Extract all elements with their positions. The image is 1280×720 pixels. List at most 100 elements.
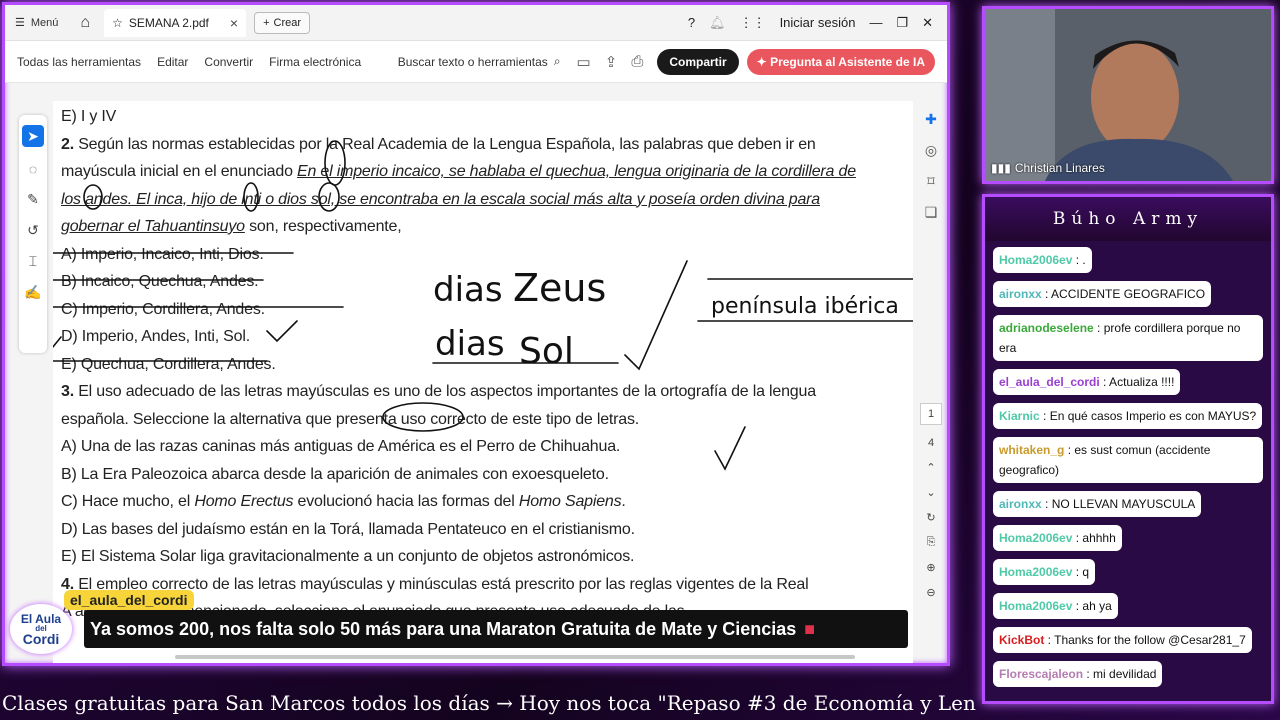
doc-text: El uso adecuado de las letras mayúsculas…: [73, 383, 816, 400]
esign-link[interactable]: Firma electrónica: [269, 55, 361, 69]
chat-username[interactable]: Kiarnic: [999, 409, 1040, 423]
chat-username[interactable]: aironxx: [999, 497, 1042, 511]
chat-username[interactable]: Homa2006ev: [999, 599, 1072, 613]
convert-link[interactable]: Convertir: [204, 55, 253, 69]
chat-text: : q: [1072, 565, 1090, 579]
chat-username[interactable]: whitaken_g: [999, 443, 1064, 457]
chat-username[interactable]: el_aula_del_cordi: [999, 375, 1100, 389]
chat-text: : .: [1072, 253, 1086, 267]
doc-italic-text: los andes. El inca, hijo de inti o dios …: [61, 190, 820, 208]
save-icon[interactable]: ▭: [577, 53, 591, 71]
pages-icon[interactable]: ❏: [925, 204, 938, 221]
question-number: 2.: [61, 135, 74, 153]
chevron-down-icon[interactable]: ⌄: [926, 486, 935, 499]
doc-italic-text: gobernar el Tahuantinsuyo: [61, 218, 245, 235]
search-icon: ⌕: [553, 54, 561, 68]
horizontal-scrollbar[interactable]: [175, 655, 855, 659]
chat-text: : ahhhh: [1072, 531, 1116, 545]
hamburger-icon: ☰: [15, 17, 25, 29]
doc-text: evolucionó hacia las formas del: [293, 493, 519, 510]
apps-icon[interactable]: ⋮⋮: [740, 15, 766, 31]
chat-message: Homa2006ev : ah ya: [993, 593, 1118, 619]
chat-username[interactable]: aironxx: [999, 287, 1042, 301]
chat-text: : Thanks for the follow @Cesar281_7: [1044, 633, 1246, 647]
help-icon[interactable]: ?: [688, 15, 695, 30]
chat-message: Homa2006ev : q: [993, 559, 1096, 585]
star-icon[interactable]: ☆: [112, 16, 123, 30]
chat-username[interactable]: Homa2006ev: [999, 565, 1072, 579]
create-button[interactable]: + Crear: [254, 11, 311, 34]
zoom-out-icon[interactable]: ⊖: [926, 586, 935, 599]
option-b: B) Incaico, Quechua, Andes.: [61, 273, 259, 290]
share-button[interactable]: Compartir: [657, 48, 739, 75]
chat-text: : ACCIDENTE GEOGRAFICO: [1041, 287, 1206, 301]
doc-line: mayúscula inicial en el enunciado En el …: [53, 158, 913, 186]
chat-panel: Búho Army Homa2006ev : . aironxx : ACCIDE…: [982, 194, 1274, 704]
close-window-icon[interactable]: ✕: [922, 15, 933, 31]
edit-link[interactable]: Editar: [157, 55, 188, 69]
webcam-frame: ▮▮▮ Christian Linares: [982, 6, 1274, 184]
create-label: Crear: [273, 16, 302, 29]
option-d: D) Las bases del judaísmo están en la To…: [61, 520, 635, 538]
lasso-icon[interactable]: ↺: [27, 222, 39, 239]
sign-icon[interactable]: ✍: [24, 284, 41, 301]
chevron-up-icon[interactable]: ⌃: [926, 461, 935, 474]
all-tools-link[interactable]: Todas las herramientas: [17, 55, 141, 69]
zoom-in-icon[interactable]: ⊕: [926, 561, 935, 574]
maximize-icon[interactable]: ❐: [896, 15, 908, 31]
close-icon[interactable]: ×: [230, 15, 238, 31]
menu-button[interactable]: ☰ Menú: [15, 5, 58, 40]
presenter-name: Christian Linares: [1014, 161, 1105, 175]
option-a: A) Una de las razas caninas más antiguas…: [61, 438, 621, 455]
upload-icon[interactable]: ⇪: [605, 53, 618, 71]
minimize-icon[interactable]: —: [869, 15, 882, 30]
signin-link[interactable]: Iniciar sesión: [780, 15, 856, 30]
chat-message: el_aula_del_cordi : Actualiza !!!!: [993, 369, 1181, 395]
chat-message: aironxx : NO LLEVAN MAYUSCULA: [993, 491, 1202, 517]
chat-username[interactable]: KickBot: [999, 633, 1044, 647]
option-a: A) Imperio, Incaico, Inti, Dios.: [61, 245, 264, 263]
save-page-icon[interactable]: ⎘: [927, 536, 936, 549]
ai-assistant-button[interactable]: ✦ Pregunta al Asistente de IA: [746, 48, 935, 75]
username-tag: el_aula_del_cordi: [64, 590, 194, 610]
chat-message-list[interactable]: Homa2006ev : . aironxx : ACCIDENTE GEOGRA…: [985, 241, 1271, 693]
chat-username[interactable]: Florescajaleon: [999, 667, 1083, 681]
doc-italic-text: Homo Sapiens: [518, 493, 622, 510]
option-c: C) Imperio, Cordillera, Andes.: [61, 300, 265, 318]
option-c: C) Hace mucho, el Homo Erectus evolucion…: [53, 488, 913, 516]
chat-title: Búho Army: [985, 197, 1271, 241]
chat-username[interactable]: adrianodeselene: [999, 321, 1094, 335]
doc-text: mayúscula inicial en el enunciado: [61, 163, 298, 180]
channel-logo: El Aula del Cordi: [10, 604, 72, 654]
comments-panel-icon[interactable]: ◎: [925, 142, 937, 159]
doc-italic-text: Homo Erectus: [194, 493, 294, 510]
chat-text: : NO LLEVAN MAYUSCULA: [1041, 497, 1196, 511]
bookmark-icon[interactable]: ⌑: [927, 173, 934, 190]
chat-username[interactable]: Homa2006ev: [999, 253, 1072, 267]
text-select-icon[interactable]: ⌶: [29, 253, 37, 270]
search-box[interactable]: Buscar texto o herramientas ⌕: [398, 54, 561, 69]
presenter-video: [985, 9, 1271, 181]
doc-line: los andes. El inca, hijo de inti o dios …: [53, 186, 913, 214]
current-page[interactable]: 1: [920, 403, 942, 425]
chat-message: Homa2006ev : .: [993, 247, 1092, 273]
tab-title: SEMANA 2.pdf: [128, 15, 209, 30]
doc-text: C) Hace mucho, el: [61, 493, 195, 510]
chat-username[interactable]: Homa2006ev: [999, 531, 1072, 545]
bell-icon[interactable]: 🔔︎: [709, 15, 726, 31]
tab-document[interactable]: ☆ SEMANA 2.pdf ×: [104, 8, 247, 37]
plus-icon: +: [263, 16, 270, 29]
question-2: 2. Según las normas establecidas por la …: [53, 131, 913, 159]
doc-line: española. Seleccione la alternativa que …: [61, 410, 640, 428]
presenter-name-label: ▮▮▮ Christian Linares: [991, 161, 1105, 175]
print-icon[interactable]: ⎙: [631, 53, 643, 70]
refresh-icon[interactable]: ↻: [926, 511, 935, 524]
question-3: 3. El uso adecuado de las letras mayúscu…: [53, 378, 913, 406]
pen-icon[interactable]: ✎: [27, 191, 39, 208]
chat-message: adrianodeselene : profe cordillera porqu…: [993, 315, 1263, 361]
ai-summary-icon[interactable]: ✚: [925, 111, 937, 128]
home-icon[interactable]: ⌂: [80, 5, 90, 40]
cursor-icon[interactable]: ➤: [22, 125, 44, 147]
gift-icon: ■: [804, 618, 816, 639]
comment-icon[interactable]: ◌: [29, 161, 37, 177]
